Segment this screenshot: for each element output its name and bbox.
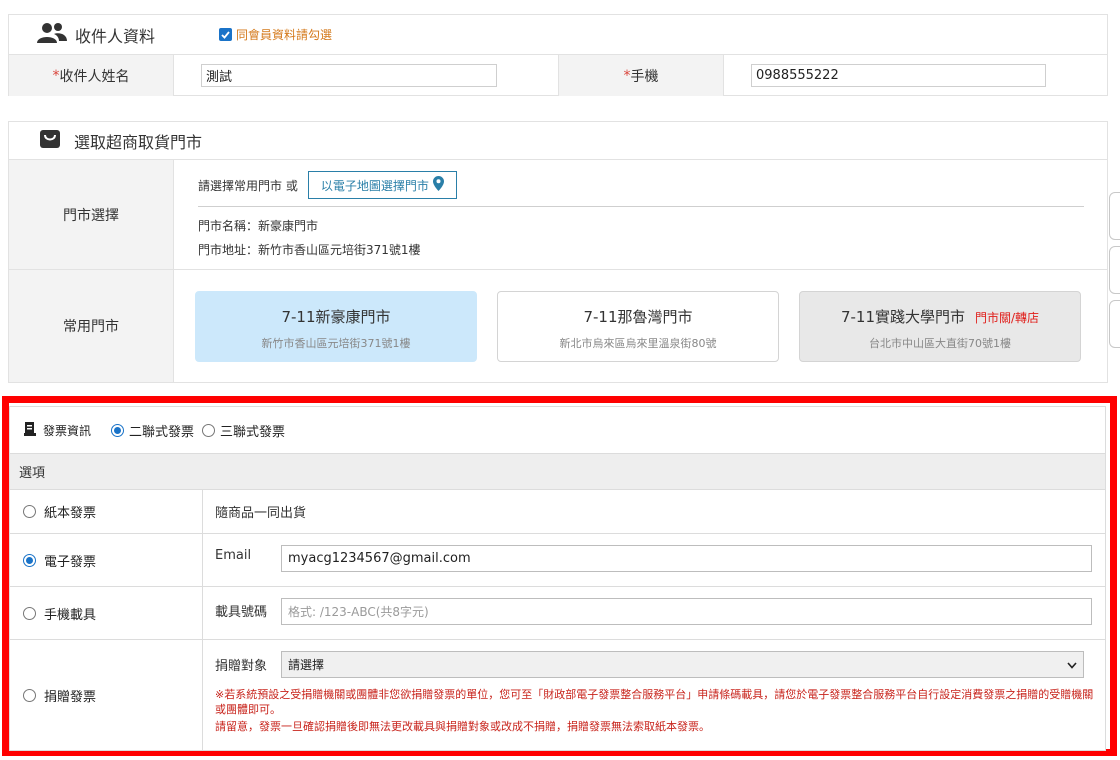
phone-label: * 手機 xyxy=(558,55,723,96)
store-divider xyxy=(198,206,1084,207)
shopping-bag-icon xyxy=(39,129,61,153)
donation-warning: 請留意，發票一旦確認捐贈後即無法更改載具與捐贈對象或改成不捐贈，捐贈發票無法索取… xyxy=(215,720,710,733)
invoice-header: 發票資訊 二聯式發票 三聯式發票 xyxy=(10,407,1105,453)
recipient-phone-input[interactable] xyxy=(751,64,1046,87)
same-as-member-checkbox[interactable]: 同會員資料請勾選 xyxy=(219,26,332,43)
store-name-text: 門市名稱：新豪康門市 xyxy=(198,219,319,233)
map-select-store-button[interactable]: 以電子地圖選擇門市 xyxy=(307,171,457,199)
choose-store-prompt: 請選擇常用門市 或 xyxy=(198,178,298,193)
side-tab[interactable] xyxy=(1109,246,1120,294)
radio-unselected-icon xyxy=(23,505,36,518)
store-pickup-title: 選取超商取貨門市 xyxy=(74,132,203,152)
store-pickup-panel: 選取超商取貨門市 門市選擇 請選擇常用門市 或 以電子地圖選擇門市 門市名稱：新… xyxy=(8,121,1108,383)
radio-unselected-icon xyxy=(23,606,36,620)
same-as-member-label: 同會員資料請勾選 xyxy=(236,28,333,42)
common-stores-label: 常用門市 xyxy=(9,270,173,382)
store-closed-badge: 門市關/轉店 xyxy=(975,311,1040,325)
radio-selected-icon xyxy=(111,423,125,437)
recipient-name-input[interactable] xyxy=(201,64,497,87)
radio-selected-icon xyxy=(23,553,36,567)
donation-note: ※若系統預設之受捐贈機關或團體非您欲捐贈發票的單位，您可至「財政部電子發票整合服… xyxy=(215,688,1094,716)
map-pin-icon xyxy=(432,176,444,194)
store-card-address: 台北市中山區大直街70號1樓 xyxy=(869,337,1011,350)
recipient-title: 收件人資料 xyxy=(75,26,156,46)
store-pickup-header: 選取超商取貨門市 xyxy=(9,122,1107,159)
store-card-address: 新北市烏來區烏來里溫泉街80號 xyxy=(559,337,717,350)
paper-invoice-desc: 隨商品一同出貨 xyxy=(215,506,307,521)
store-address-text: 門市地址：新竹市香山區元培街371號1樓 xyxy=(198,243,421,257)
store-select-label: 門市選擇 xyxy=(9,160,173,269)
invoice-type-two-part-radio[interactable]: 二聯式發票 xyxy=(111,421,194,440)
common-store-card[interactable]: 7-11新豪康門市 新竹市香山區元培街371號1樓 xyxy=(195,291,477,362)
electronic-invoice-radio[interactable]: 電子發票 xyxy=(10,534,203,586)
side-tab[interactable] xyxy=(1109,300,1120,348)
carrier-number-label: 載具號碼 xyxy=(215,605,268,620)
common-store-card[interactable]: 7-11那魯灣門市 新北市烏來區烏來里溫泉街80號 xyxy=(497,291,779,362)
recipient-panel: 收件人資料 同會員資料請勾選 *收件人姓名 *手機 xyxy=(8,14,1108,96)
donation-invoice-radio[interactable]: 捐贈發票 xyxy=(10,640,203,751)
store-card-address: 新竹市香山區元培街371號1樓 xyxy=(261,337,411,350)
donation-target-label: 捐贈對象 xyxy=(215,659,268,674)
checkbox-checked-icon xyxy=(219,28,233,41)
radio-unselected-icon xyxy=(202,423,216,437)
invoice-panel: 發票資訊 二聯式發票 三聯式發票 選項 紙本發票 隨商品一同出貨 電子發票 Em… xyxy=(9,406,1106,751)
invoice-type-three-part-radio[interactable]: 三聯式發票 xyxy=(202,421,285,440)
name-label: * 收件人姓名 xyxy=(9,55,173,96)
store-card-name: 7-11實踐大學門市 xyxy=(840,308,965,326)
store-card-name: 7-11新豪康門市 xyxy=(281,308,391,326)
paper-invoice-radio[interactable]: 紙本發票 xyxy=(10,490,203,533)
common-store-card[interactable]: 7-11實踐大學門市 門市關/轉店 台北市中山區大直街70號1樓 xyxy=(799,291,1081,362)
mobile-carrier-radio[interactable]: 手機載具 xyxy=(10,587,203,639)
radio-unselected-icon xyxy=(23,689,36,702)
email-input[interactable]: myacg1234567@gmail.com xyxy=(281,545,1092,572)
carrier-number-input[interactable]: 格式: /123-ABC(共8字元) xyxy=(281,598,1092,625)
recipient-header: 收件人資料 同會員資料請勾選 xyxy=(9,15,1107,54)
store-card-name: 7-11那魯灣門市 xyxy=(583,308,693,326)
donation-target-select[interactable]: 請選擇 xyxy=(281,651,1084,678)
email-label: Email xyxy=(215,548,252,563)
users-icon xyxy=(37,22,67,48)
chevron-down-icon xyxy=(1067,658,1077,672)
receipt-icon xyxy=(24,421,37,439)
options-header: 選項 xyxy=(10,453,1105,489)
side-tab[interactable] xyxy=(1109,192,1120,240)
invoice-title: 發票資訊 xyxy=(43,423,92,438)
